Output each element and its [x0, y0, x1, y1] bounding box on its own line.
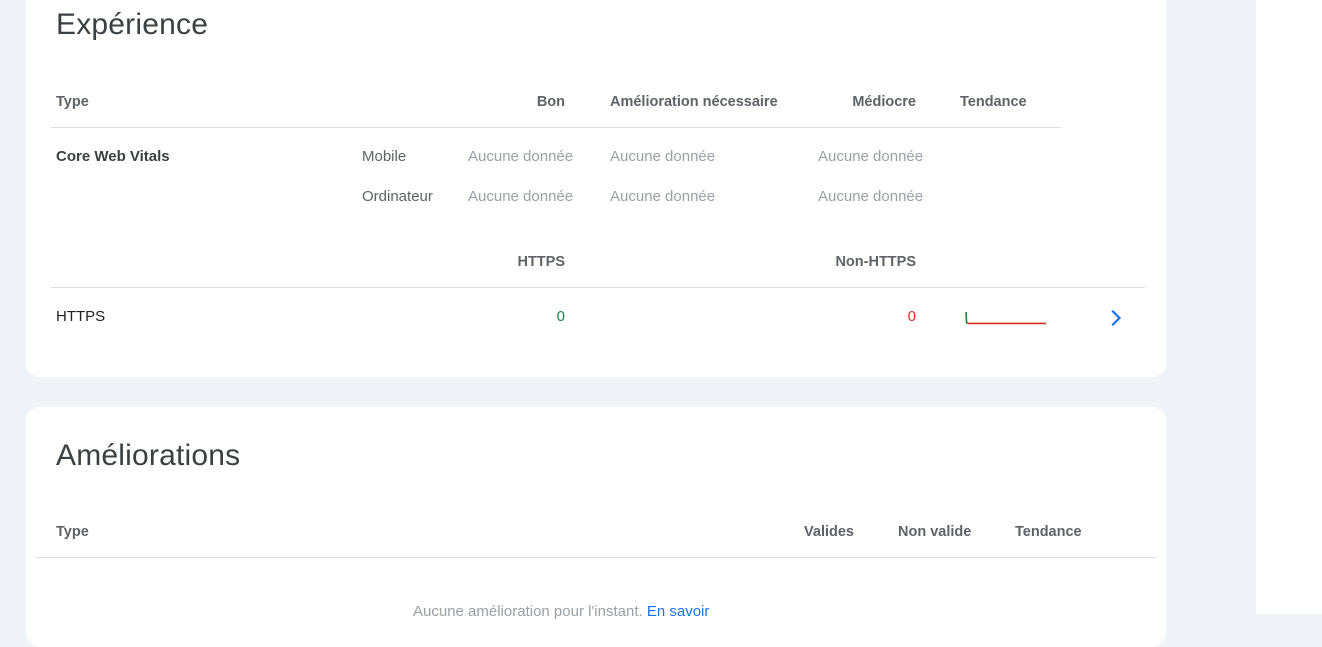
enh-header-invalid: Non valide: [898, 524, 972, 540]
cwv-mobile-poor: Aucune donnée: [818, 148, 924, 165]
experience-title: Expérience: [56, 8, 209, 41]
cwv-mobile-good: Aucune donnée: [468, 148, 574, 165]
right-side-panel: [1256, 0, 1322, 614]
cwv-desktop-good: Aucune donnée: [468, 188, 574, 205]
cwv-desktop-needs-improvement: Aucune donnée: [610, 188, 716, 205]
cwv-device-desktop: Ordinateur: [362, 188, 433, 205]
enh-header-valid: Valides: [804, 524, 854, 540]
https-divider: [50, 287, 1145, 288]
experience-card: Expérience Type Bon Amélioration nécessa…: [26, 0, 1166, 377]
enh-empty-text: Aucune amélioration pour l'instant.: [413, 603, 643, 620]
header-divider: [50, 127, 1061, 128]
learn-more-link[interactable]: En savoir: [647, 603, 710, 620]
header-type: Type: [56, 94, 89, 110]
header-https: HTTPS: [517, 254, 565, 270]
cwv-label: Core Web Vitals: [56, 148, 170, 165]
header-non-https: Non-HTTPS: [835, 254, 916, 270]
header-trend: Tendance: [960, 94, 1027, 110]
cwv-device-mobile: Mobile: [362, 148, 407, 165]
enhancements-title: Améliorations: [56, 439, 241, 472]
header-needs-improvement: Amélioration nécessaire: [610, 94, 778, 110]
enh-header-divider: [36, 557, 1156, 558]
enh-header-trend: Tendance: [1015, 524, 1082, 540]
non-https-count: 0: [907, 308, 916, 325]
cwv-mobile-needs-improvement: Aucune donnée: [610, 148, 716, 165]
enhancements-card: Améliorations Type Valides Non valide Te…: [26, 407, 1166, 647]
enh-header-type: Type: [56, 524, 89, 540]
https-count: 0: [556, 308, 565, 325]
trend-sparkline-icon: [965, 311, 1046, 325]
header-poor: Médiocre: [852, 94, 916, 110]
enh-empty-message: Aucune amélioration pour l'instant. En s…: [413, 603, 709, 621]
cwv-desktop-poor: Aucune donnée: [818, 188, 924, 205]
chevron-right-icon[interactable]: [1107, 309, 1125, 327]
https-row-label: HTTPS: [56, 308, 106, 325]
header-good: Bon: [536, 94, 565, 110]
